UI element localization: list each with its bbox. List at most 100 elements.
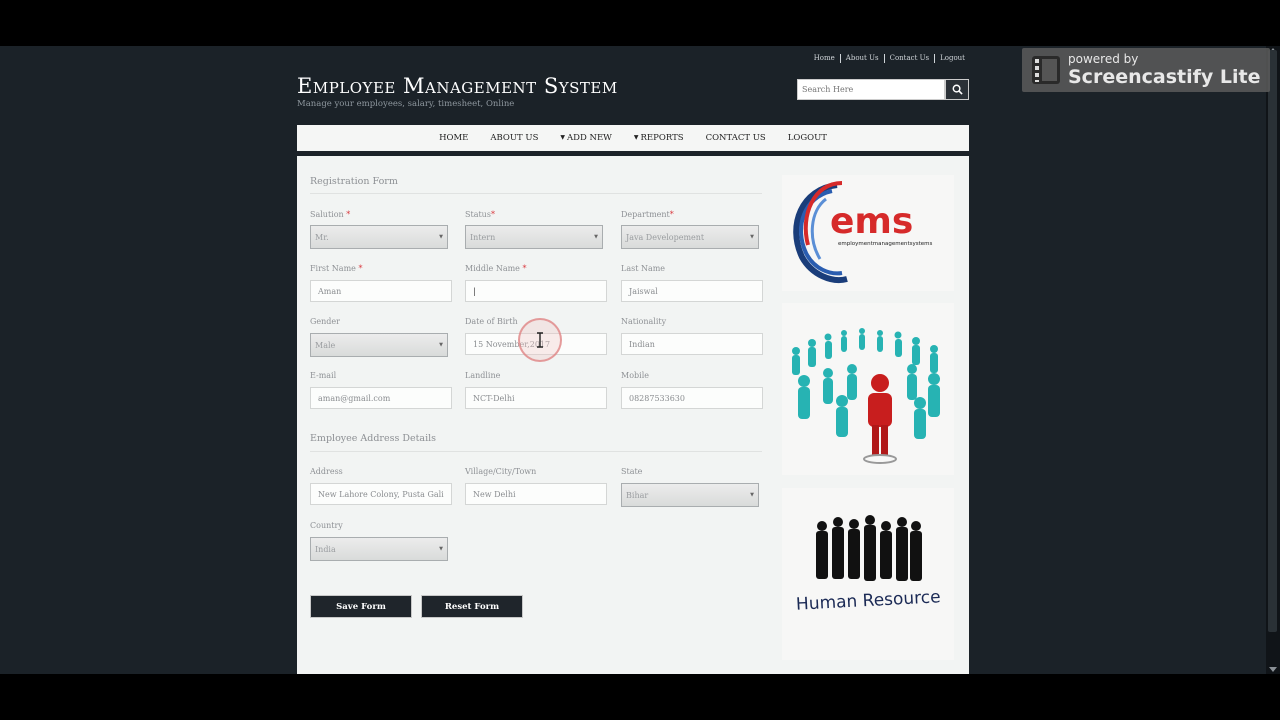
gender-label: Gender [310, 317, 340, 326]
department-label-text: Department [621, 210, 670, 219]
nav-reports-label: REPORTS [640, 133, 684, 143]
department-label: Department* [621, 210, 674, 219]
screencastify-watermark: powered by Screencastify Lite [1022, 48, 1270, 92]
country-value: India [315, 544, 336, 554]
city-input[interactable]: New Delhi [465, 483, 607, 505]
salution-value: Mr. [315, 232, 329, 242]
status-value: Intern [470, 232, 496, 242]
search-button[interactable] [945, 79, 969, 100]
nav-about[interactable]: ABOUT US [490, 133, 538, 143]
page-scrollbar[interactable] [1266, 46, 1280, 674]
chevron-down-icon: ▼ [750, 492, 754, 498]
chevron-down-icon: ▼ [439, 342, 443, 348]
scrollbar-thumb[interactable] [1268, 50, 1277, 632]
top-link-logout[interactable]: Logout [935, 54, 970, 63]
first-name-label-text: First Name [310, 264, 356, 273]
status-label: Status* [465, 210, 495, 219]
text-cursor-icon [537, 332, 543, 348]
scroll-down-arrow-icon[interactable] [1269, 667, 1277, 672]
team-network-graphic [792, 328, 940, 464]
nav-add-new-label: ADD NEW [567, 133, 612, 143]
top-links: Home About Us Contact Us Logout [809, 54, 970, 63]
required-mark: * [358, 264, 363, 273]
middle-name-label-text: Middle Name [465, 264, 520, 273]
last-name-label: Last Name [621, 264, 666, 273]
nav-home[interactable]: HOME [439, 133, 468, 143]
middle-name-label: Middle Name * [465, 264, 526, 273]
search-icon [952, 84, 963, 95]
email-label: E-mail [310, 371, 337, 380]
ems-logo: ems employmentmanagementsystems [782, 175, 954, 291]
nav-contact[interactable]: CONTACT US [706, 133, 766, 143]
last-name-input[interactable]: Jaiswal [621, 280, 763, 302]
state-select[interactable]: Bihar ▼ [621, 483, 759, 507]
team-network-image [782, 303, 954, 475]
middle-name-input[interactable]: | [465, 280, 607, 302]
salution-label: Salution * [310, 210, 350, 219]
state-label: State [621, 467, 643, 476]
form-title: Registration Form [310, 176, 398, 187]
salution-select[interactable]: Mr. ▼ [310, 225, 448, 249]
ems-logo-text: ems [830, 201, 913, 242]
watermark-line2: Screencastify Lite [1068, 66, 1261, 88]
chevron-down-icon: ▼ [594, 234, 598, 240]
ems-tagline: employmentmanagementsystems [838, 241, 932, 247]
chevron-down-icon: ▼ [439, 234, 443, 240]
top-link-contact[interactable]: Contact Us [885, 54, 936, 63]
address-section-title: Employee Address Details [310, 433, 437, 444]
caret-down-icon: ▼ [560, 134, 566, 141]
video-bottom-letterbox [0, 674, 1280, 720]
chevron-down-icon: ▼ [750, 234, 754, 240]
dob-label: Date of Birth [465, 317, 518, 326]
main-nav: HOME ABOUT US ▼ ADD NEW ▼ REPORTS CONTACT … [297, 125, 969, 154]
human-resource-image: Human Resource [782, 488, 954, 660]
first-name-input[interactable]: Aman [310, 280, 452, 302]
save-form-button[interactable]: Save Form [310, 595, 412, 618]
mobile-input[interactable]: 08287533630 [621, 387, 763, 409]
mobile-label: Mobile [621, 371, 649, 380]
reset-form-button[interactable]: Reset Form [421, 595, 523, 618]
watermark-line1: powered by [1068, 52, 1139, 66]
caret-down-icon: ▼ [633, 134, 639, 141]
ems-logo-graphic: ems employmentmanagementsystems [793, 181, 932, 283]
first-name-label: First Name * [310, 264, 362, 273]
chevron-down-icon: ▼ [439, 546, 443, 552]
site-title: Employee Management System [297, 74, 618, 98]
search-box [797, 79, 969, 100]
status-label-text: Status [465, 210, 491, 219]
search-input[interactable] [797, 79, 945, 100]
browser-viewport: Home About Us Contact Us Logout Employee… [0, 46, 1266, 674]
top-link-home[interactable]: Home [809, 54, 841, 63]
country-label: Country [310, 521, 343, 530]
email-input[interactable]: aman@gmail.com [310, 387, 452, 409]
department-select[interactable]: Java Developement ▼ [621, 225, 759, 249]
gender-value: Male [315, 340, 336, 350]
landline-input[interactable]: NCT-Delhi [465, 387, 607, 409]
nationality-label: Nationality [621, 317, 667, 326]
nationality-input[interactable]: Indian [621, 333, 763, 355]
top-link-about[interactable]: About Us [841, 54, 885, 63]
required-mark: * [522, 264, 527, 273]
human-resource-text: Human Resource [796, 587, 942, 615]
address-input[interactable]: New Lahore Colony, Pusta Gali [310, 483, 452, 505]
country-select[interactable]: India ▼ [310, 537, 448, 561]
landline-label: Landline [465, 371, 501, 380]
city-label: Village/City/Town [465, 467, 537, 476]
state-value: Bihar [626, 490, 649, 500]
required-mark: * [346, 210, 351, 219]
human-resource-graphic: Human Resource [796, 515, 942, 615]
film-strip-icon [1032, 56, 1060, 84]
form-title-divider [310, 193, 762, 194]
video-top-letterbox [0, 0, 1280, 46]
nav-add-new[interactable]: ▼ ADD NEW [560, 133, 611, 143]
address-label: Address [310, 467, 343, 476]
nav-reports[interactable]: ▼ REPORTS [634, 133, 684, 143]
nav-logout[interactable]: LOGOUT [788, 133, 827, 143]
gender-select[interactable]: Male ▼ [310, 333, 448, 357]
site-subtitle: Manage your employees, salary, timesheet… [297, 99, 515, 109]
department-value: Java Developement [626, 232, 705, 242]
required-mark: * [669, 210, 674, 219]
required-mark: * [490, 210, 495, 219]
salution-label-text: Salution [310, 210, 344, 219]
status-select[interactable]: Intern ▼ [465, 225, 603, 249]
